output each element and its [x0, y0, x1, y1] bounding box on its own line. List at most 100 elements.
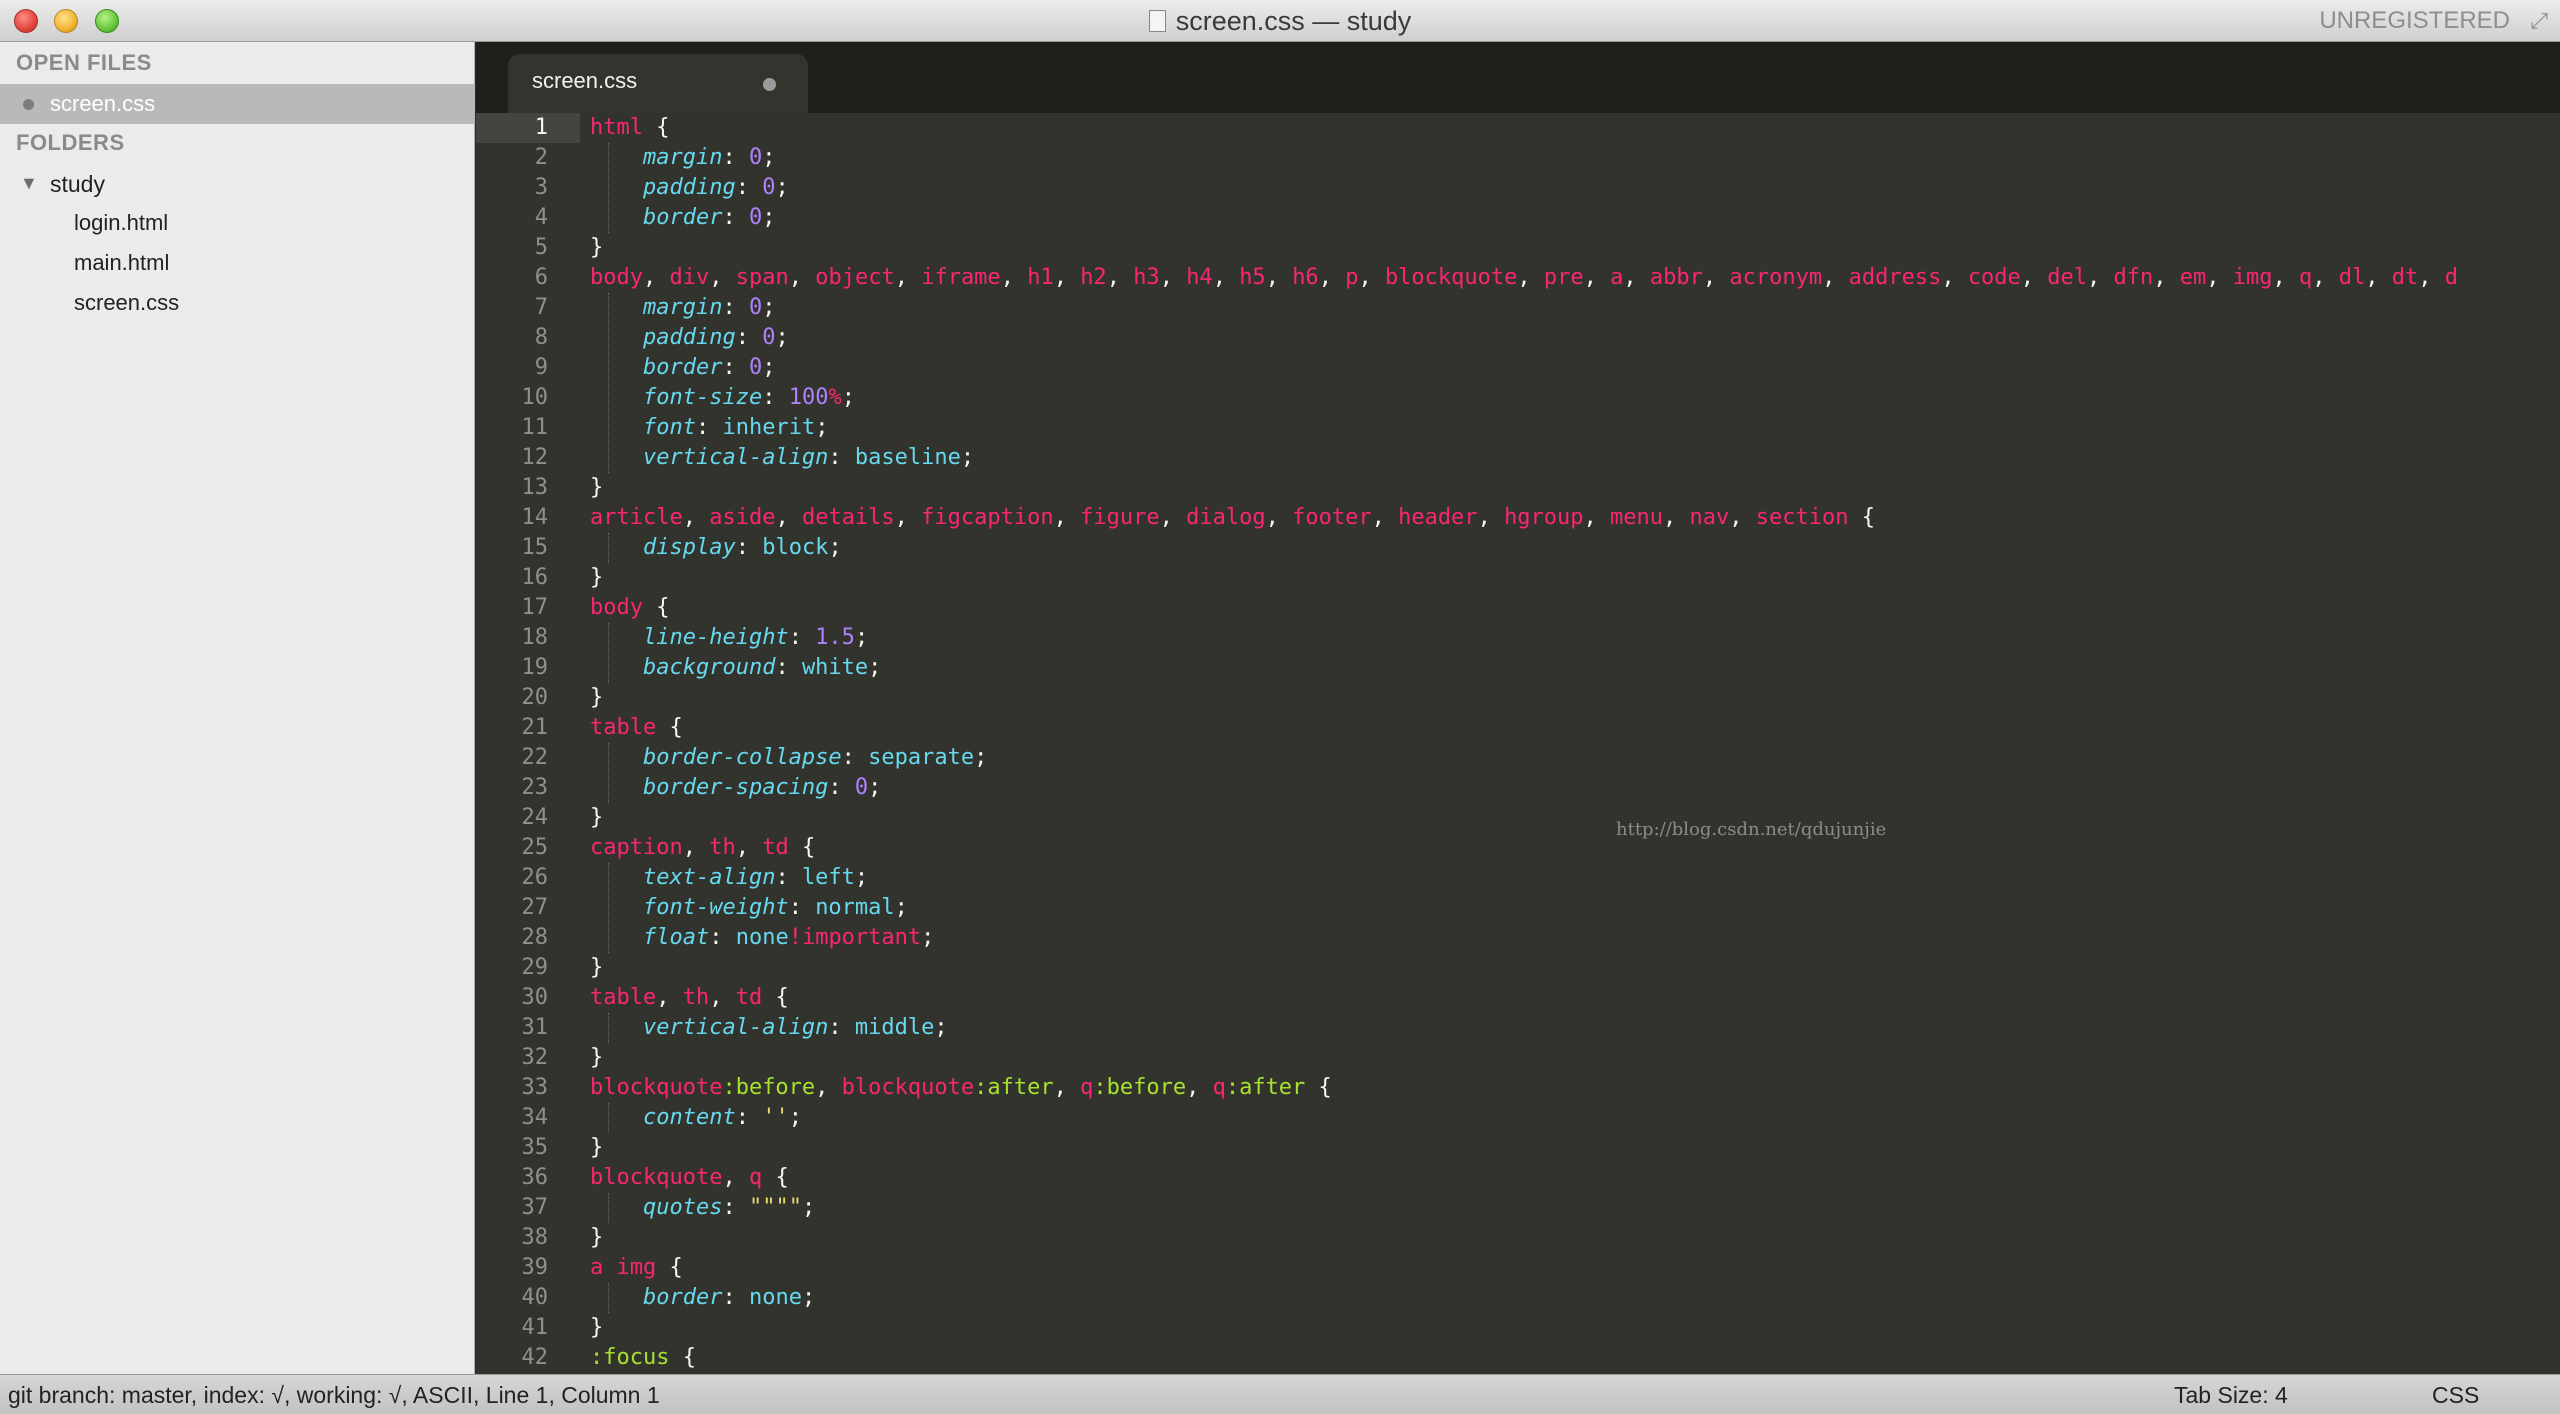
code-token: ,	[1053, 1075, 1081, 1100]
code-token: ,	[1212, 265, 1240, 290]
line-number: 3	[534, 175, 548, 200]
code-token: table	[590, 985, 657, 1010]
code-token: display	[642, 535, 736, 560]
code-token: div	[669, 265, 710, 290]
fullscreen-icon[interactable]: ⤢	[2530, 10, 2548, 32]
code-line: border: 0;	[590, 353, 775, 383]
code-token: ,	[642, 265, 670, 290]
line-number: 40	[521, 1285, 549, 1310]
code-token: td	[762, 835, 789, 860]
tab-dirty-indicator-icon[interactable]	[763, 78, 776, 91]
code-token: !important	[788, 925, 922, 950]
code-line: float: none!important;	[590, 923, 934, 953]
syntax-selector[interactable]: CSS	[2432, 1382, 2479, 1409]
code-token: content	[642, 1105, 736, 1130]
code-token: figcaption	[921, 505, 1054, 530]
window-title-area: screen.css — study	[0, 0, 2560, 42]
file-item-screen[interactable]: screen.css	[74, 290, 179, 316]
code-token: ;	[762, 355, 776, 380]
code-line: }	[590, 1043, 603, 1073]
code-token: :after	[1225, 1075, 1306, 1100]
code-token: :	[841, 745, 869, 770]
code-token: ,	[1729, 505, 1756, 530]
code-line: article, aside, details, figcaption, fig…	[590, 503, 1875, 533]
code-token: ,	[2020, 265, 2048, 290]
code-token: a	[590, 1255, 604, 1280]
line-number: 13	[521, 475, 549, 500]
code-token: vertical-align	[642, 1015, 829, 1040]
code-token: {	[642, 115, 670, 140]
disclosure-triangle-icon[interactable]: ▼	[20, 168, 38, 198]
status-info: git branch: master, index: √, working: √…	[8, 1382, 660, 1408]
code-token: ,	[709, 265, 736, 290]
code-line: text-align: left;	[590, 863, 868, 893]
code-token: ,	[1186, 1075, 1213, 1100]
code-token: code	[1967, 265, 2021, 290]
code-token: p	[1345, 265, 1359, 290]
line-number: 33	[521, 1075, 549, 1100]
code-token: d	[2444, 265, 2459, 290]
code-line: }	[590, 1133, 603, 1163]
folder-item-study[interactable]: ▼ study	[0, 164, 475, 204]
unregistered-label: UNREGISTERED	[2319, 7, 2510, 34]
line-number: 35	[521, 1135, 549, 1160]
code-token: ,	[656, 985, 683, 1010]
code-token: margin	[642, 295, 723, 320]
code-token: ,	[815, 1075, 842, 1100]
line-number: 28	[521, 925, 549, 950]
line-number: 38	[521, 1225, 549, 1250]
code-token: :	[722, 1285, 749, 1310]
tab-label: screen.css	[532, 68, 638, 93]
code-token: body	[590, 595, 643, 620]
line-number: 18	[521, 625, 549, 650]
code-token: ;	[762, 295, 776, 320]
code-line: vertical-align: baseline;	[590, 443, 974, 473]
open-file-item[interactable]: screen.css	[0, 84, 475, 124]
line-number: 8	[534, 325, 548, 350]
code-token: :	[722, 205, 749, 230]
code-token: ;	[815, 415, 829, 440]
tab-size-selector[interactable]: Tab Size: 4	[2174, 1382, 2288, 1409]
code-token: vertical-align	[642, 445, 829, 470]
code-token: %	[828, 385, 842, 410]
code-token: ;	[788, 1105, 802, 1130]
file-item-main[interactable]: main.html	[74, 250, 169, 276]
code-token: ,	[1053, 265, 1081, 290]
code-token: block	[762, 535, 829, 560]
code-token: :	[775, 865, 802, 890]
tab-screen-css[interactable]: screen.css	[508, 54, 808, 113]
code-token: ''	[762, 1105, 789, 1130]
code-line: }	[590, 1223, 603, 1253]
code-area[interactable]: html { margin: 0; padding: 0; border: 0;…	[590, 113, 2560, 1374]
code-token: {	[656, 715, 683, 740]
code-token: separate	[868, 745, 975, 770]
code-token: ;	[921, 925, 935, 950]
code-editor[interactable]: 1 2 3 4 5 6 7 8 9 10 11 12 13 14 15 16 17 18 19 20 21 22 23 24 2…	[476, 113, 2560, 1374]
unsaved-dot-icon	[23, 99, 34, 110]
code-token: header	[1398, 505, 1478, 530]
code-token: :	[788, 895, 816, 920]
code-token: ,	[709, 985, 736, 1010]
code-token: :before	[1093, 1075, 1187, 1100]
line-number: 17	[521, 595, 549, 620]
indent-guide	[608, 863, 609, 953]
code-token: ,	[1822, 265, 1849, 290]
file-item-login[interactable]: login.html	[74, 210, 168, 236]
line-number: 41	[521, 1315, 549, 1340]
code-token: ,	[1583, 265, 1611, 290]
code-token: 1.5	[815, 625, 855, 650]
code-token: }	[590, 1225, 604, 1250]
code-token: font-weight	[642, 895, 789, 920]
code-token: aside	[709, 505, 776, 530]
code-token: {	[1305, 1075, 1332, 1100]
code-token: :	[735, 325, 763, 350]
code-token: margin	[642, 145, 723, 170]
code-token: :	[709, 925, 736, 950]
indent-guide	[608, 533, 609, 563]
open-file-label: screen.css	[50, 91, 156, 116]
code-token: }	[590, 235, 604, 260]
code-token: {	[642, 595, 670, 620]
